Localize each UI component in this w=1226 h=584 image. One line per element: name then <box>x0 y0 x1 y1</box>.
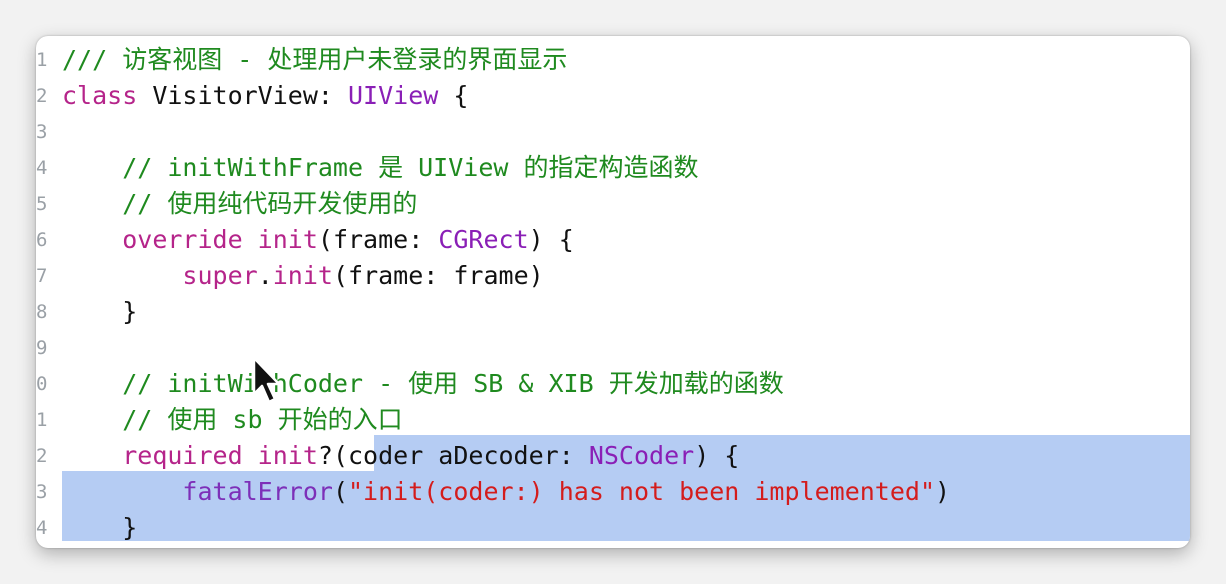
line-number: 4 <box>36 517 48 539</box>
code-token: ( <box>332 477 348 506</box>
code-token: ) { <box>694 441 740 470</box>
code-token: // 使用纯代码开发使用的 <box>62 189 418 218</box>
code-token: } <box>62 513 138 542</box>
code-token: . <box>257 261 273 290</box>
code-line[interactable]: class VisitorView: UIView { <box>62 78 468 114</box>
code-token: ) <box>935 477 951 506</box>
code-token: ?(coder aDecoder: <box>317 441 589 470</box>
line-number: 9 <box>36 337 48 359</box>
code-line[interactable]: } <box>62 294 137 330</box>
line-number: 1 <box>36 409 48 431</box>
code-token: /// 访客视图 - 处理用户未登录的界面显示 <box>62 45 568 74</box>
code-token: fatalError <box>182 477 333 506</box>
line-number: 2 <box>36 445 48 467</box>
line-number: 8 <box>36 301 48 323</box>
line-number: 6 <box>36 229 48 251</box>
code-token: (frame: frame) <box>332 261 544 290</box>
code-token: init <box>272 261 333 290</box>
line-number: 3 <box>36 481 48 503</box>
code-line[interactable]: /// 访客视图 - 处理用户未登录的界面显示 <box>62 42 567 78</box>
code-token: UIView <box>347 81 439 110</box>
code-token: } <box>62 297 138 326</box>
code-token: NSCoder <box>588 441 695 470</box>
code-line[interactable]: // 使用 sb 开始的入口 <box>62 402 403 438</box>
code-line[interactable]: } <box>62 510 137 546</box>
code-token: class <box>62 81 153 110</box>
code-token: VisitorView: <box>152 81 348 110</box>
code-line[interactable]: override init(frame: CGRect) { <box>62 222 574 258</box>
code-token: CGRect <box>438 225 529 254</box>
code-line[interactable]: fatalError("init(coder:) has not been im… <box>62 474 950 510</box>
line-number: 2 <box>36 85 48 107</box>
line-number-gutter: 1 2 3 4 5 6 7 8 9 0 1 2 3 4 <box>36 36 58 548</box>
mouse-pointer-icon <box>252 356 281 404</box>
code-line[interactable]: // 使用纯代码开发使用的 <box>62 186 417 222</box>
code-token: required init <box>122 441 318 470</box>
line-number: 4 <box>36 157 48 179</box>
code-token: super <box>182 261 258 290</box>
code-editor-window: 1 2 3 4 5 6 7 8 9 0 1 2 3 4 /// 访客视图 - 处理用户未登录的界面显示 cl… <box>36 36 1190 548</box>
line-number: 1 <box>36 49 48 71</box>
code-token: (frame: <box>317 225 439 254</box>
line-number: 7 <box>36 265 48 287</box>
text-selection-highlight <box>62 507 1190 541</box>
code-token: "init(coder:) has not been implemented" <box>348 477 935 506</box>
code-token: // initWithCoder - 使用 SB & XIB 开发加载的函数 <box>62 369 784 398</box>
line-number: 0 <box>36 373 48 395</box>
code-line[interactable]: required init?(coder aDecoder: NSCoder) … <box>62 438 739 474</box>
code-token: override init <box>122 225 318 254</box>
code-line[interactable]: // initWithFrame 是 UIView 的指定构造函数 <box>62 150 699 186</box>
line-number: 5 <box>36 193 48 215</box>
code-token: ) { <box>528 225 574 254</box>
code-line[interactable]: // initWithCoder - 使用 SB & XIB 开发加载的函数 <box>62 366 784 402</box>
code-token: // 使用 sb 开始的入口 <box>62 405 403 434</box>
code-line[interactable]: super.init(frame: frame) <box>62 258 544 294</box>
code-token: { <box>438 81 469 110</box>
line-number: 3 <box>36 121 48 143</box>
code-token: // initWithFrame 是 UIView 的指定构造函数 <box>62 153 699 182</box>
